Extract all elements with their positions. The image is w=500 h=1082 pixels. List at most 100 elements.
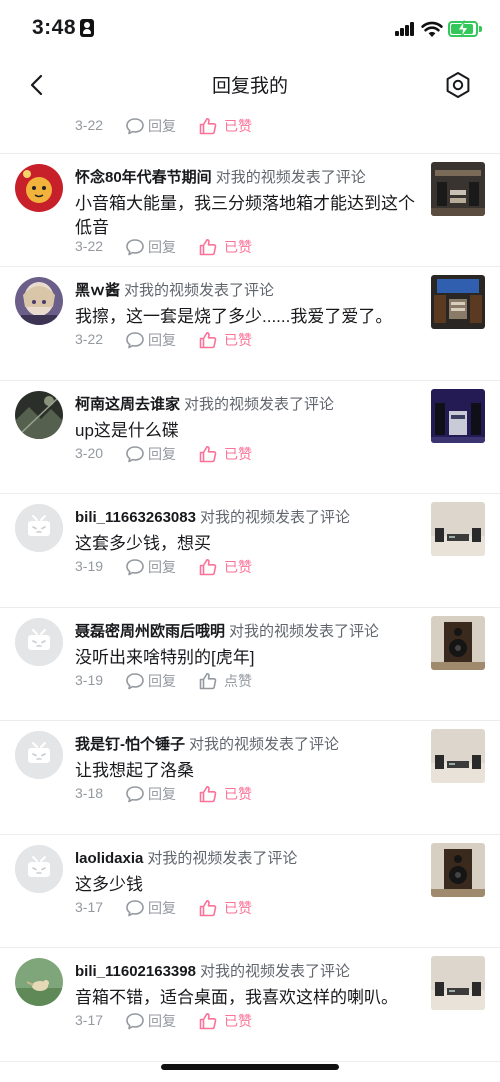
reply-feed: 3-22 回复 已赞 怀念80年代春节期间 对我的视频发表了评论 小音箱大能量，我三… — [0, 110, 500, 1062]
reply-button[interactable]: 回复 — [125, 783, 176, 805]
username[interactable]: 黑ｗ酱 — [75, 282, 120, 299]
comment-text[interactable]: 音箱不错，适合桌面，我喜欢这样的喇叭。 — [75, 986, 415, 1010]
action-text: 对我的视频发表了评论 — [199, 509, 350, 526]
comment-bubble-icon — [126, 1013, 144, 1030]
reply-button[interactable]: 回复 — [125, 115, 176, 137]
like-label: 已赞 — [224, 900, 252, 916]
reply-button[interactable]: 回复 — [125, 443, 176, 465]
action-text: 对我的视频发表了评论 — [147, 850, 298, 867]
like-button[interactable]: 已赞 — [198, 556, 252, 578]
username[interactable]: 怀念80年代春节期间 — [75, 169, 212, 186]
reply-label: 回复 — [148, 239, 176, 255]
list-item[interactable]: 怀念80年代春节期间 对我的视频发表了评论 小音箱大能量，我三分频落地箱才能达到这个… — [0, 154, 500, 267]
list-item[interactable]: 3-22 回复 已赞 — [0, 110, 500, 154]
comment-bubble-icon — [126, 786, 144, 803]
list-item[interactable]: 聂磊密周州欧雨后哦明 对我的视频发表了评论 没听出来啥特别的[虎年] 3-19 回复 点赞 — [0, 608, 500, 721]
reply-button[interactable]: 回复 — [125, 556, 176, 578]
bookshelf-speaker-thumb[interactable] — [431, 616, 485, 670]
comment-text[interactable]: up这是什么碟 — [75, 419, 415, 443]
list-item[interactable]: laolidaxia 对我的视频发表了评论这多少钱 3-17 回复 已赞 — [0, 835, 500, 948]
comment-text[interactable]: 这多少钱 — [75, 873, 415, 897]
item-date: 3-22 — [75, 117, 104, 133]
item-header: bili_11602163398 对我的视频发表了评论 — [75, 960, 350, 981]
reply-button[interactable]: 回复 — [125, 236, 176, 258]
like-button[interactable]: 已赞 — [198, 236, 252, 258]
like-button[interactable]: 已赞 — [198, 443, 252, 465]
reply-button[interactable]: 回复 — [125, 897, 176, 919]
reply-button[interactable]: 回复 — [125, 670, 176, 692]
list-item[interactable]: bili_11602163398 对我的视频发表了评论音箱不错，适合桌面，我喜欢这… — [0, 948, 500, 1062]
reply-label: 回复 — [148, 673, 176, 689]
item-date: 3-17 — [75, 899, 104, 915]
wifi-icon — [421, 21, 443, 37]
comment-bubble-icon — [126, 900, 144, 917]
reply-button[interactable]: 回复 — [125, 1010, 176, 1032]
like-label: 已赞 — [224, 559, 252, 575]
list-item[interactable]: 柯南这周去谁家 对我的视频发表了评论 up这是什么碟 3-20 回复 已赞 — [0, 381, 500, 494]
status-bar: 3:48 — [0, 0, 500, 58]
reply-label: 回复 — [148, 332, 176, 348]
action-text: 对我的视频发表了评论 — [189, 736, 340, 753]
item-header: 黑ｗ酱 对我的视频发表了评论 — [75, 279, 274, 300]
list-item[interactable]: 黑ｗ酱 对我的视频发表了评论 我擦，这一套是烧了多少......我爱了爱了。 3-22… — [0, 267, 500, 381]
username[interactable]: bili_11602163398 — [75, 963, 196, 980]
like-button[interactable]: 已赞 — [198, 115, 252, 137]
thumbs-up-icon — [199, 900, 217, 917]
thumbs-up-icon — [199, 118, 217, 135]
item-header: 聂磊密周州欧雨后哦明 对我的视频发表了评论 — [75, 620, 379, 641]
item-date: 3-18 — [75, 785, 104, 801]
comment-text[interactable]: 我擦，这一套是烧了多少......我爱了爱了。 — [75, 305, 415, 329]
desk-speakers-thumb[interactable] — [431, 502, 485, 556]
like-button[interactable]: 已赞 — [198, 783, 252, 805]
bookshelf-speaker-thumb[interactable] — [431, 843, 485, 897]
item-header: 我是钉-怕个锤子 对我的视频发表了评论 — [75, 733, 339, 754]
thumbs-up-icon — [199, 332, 217, 349]
desk-speakers-thumb[interactable] — [431, 729, 485, 783]
list-item[interactable]: 我是钉-怕个锤子 对我的视频发表了评论让我想起了洛桑 3-18 回复 已赞 — [0, 721, 500, 835]
desk-speakers-thumb[interactable] — [431, 956, 485, 1010]
list-item[interactable]: bili_11663263083 对我的视频发表了评论 这套多少钱，想买 3-19 回复… — [0, 494, 500, 608]
red-tiger-avatar[interactable] — [15, 164, 63, 212]
thumbs-up-icon — [199, 786, 217, 803]
username[interactable]: 柯南这周去谁家 — [75, 396, 180, 413]
username[interactable]: 我是钉-怕个锤子 — [75, 736, 185, 753]
like-button[interactable]: 点赞 — [198, 670, 252, 692]
like-label: 已赞 — [224, 446, 252, 462]
charging-bolt-icon — [457, 20, 469, 38]
comment-text[interactable]: 没听出来啥特别的[虎年] — [75, 646, 415, 670]
like-label: 已赞 — [224, 118, 252, 134]
like-label: 已赞 — [224, 786, 252, 802]
reply-label: 回复 — [148, 446, 176, 462]
default-tv-avatar[interactable] — [15, 731, 63, 779]
item-header: bili_11663263083 对我的视频发表了评论 — [75, 506, 350, 527]
action-text: 对我的视频发表了评论 — [199, 963, 350, 980]
action-text: 对我的视频发表了评论 — [229, 623, 380, 640]
comment-bubble-icon — [126, 446, 144, 463]
username[interactable]: 聂磊密周州欧雨后哦明 — [75, 623, 225, 640]
thumbs-up-icon — [199, 446, 217, 463]
dark-photo-avatar[interactable] — [15, 391, 63, 439]
like-label: 已赞 — [224, 1013, 252, 1029]
like-button[interactable]: 已赞 — [198, 897, 252, 919]
username[interactable]: bili_11663263083 — [75, 509, 196, 526]
stage-speakers-thumb[interactable] — [431, 389, 485, 443]
default-tv-avatar[interactable] — [15, 845, 63, 893]
comment-text[interactable]: 这套多少钱，想买 — [75, 532, 415, 556]
reply-button[interactable]: 回复 — [125, 329, 176, 351]
username[interactable]: laolidaxia — [75, 850, 143, 867]
comment-text[interactable]: 让我想起了洛桑 — [75, 759, 415, 783]
like-button[interactable]: 已赞 — [198, 329, 252, 351]
like-button[interactable]: 已赞 — [198, 1010, 252, 1032]
default-tv-avatar[interactable] — [15, 504, 63, 552]
default-tv-avatar[interactable] — [15, 618, 63, 666]
anime-girl-avatar[interactable] — [15, 277, 63, 325]
bird-avatar[interactable] — [15, 958, 63, 1006]
person-badge-icon — [80, 19, 94, 37]
like-label: 点赞 — [224, 673, 252, 689]
comment-text[interactable]: 小音箱大能量，我三分频落地箱才能达到这个低音 — [75, 192, 415, 240]
settings-gear-icon[interactable] — [442, 69, 474, 101]
reply-label: 回复 — [148, 786, 176, 802]
audio-room-thumb[interactable] — [431, 162, 485, 216]
item-date: 3-20 — [75, 445, 104, 461]
audio-wall-thumb[interactable] — [431, 275, 485, 329]
